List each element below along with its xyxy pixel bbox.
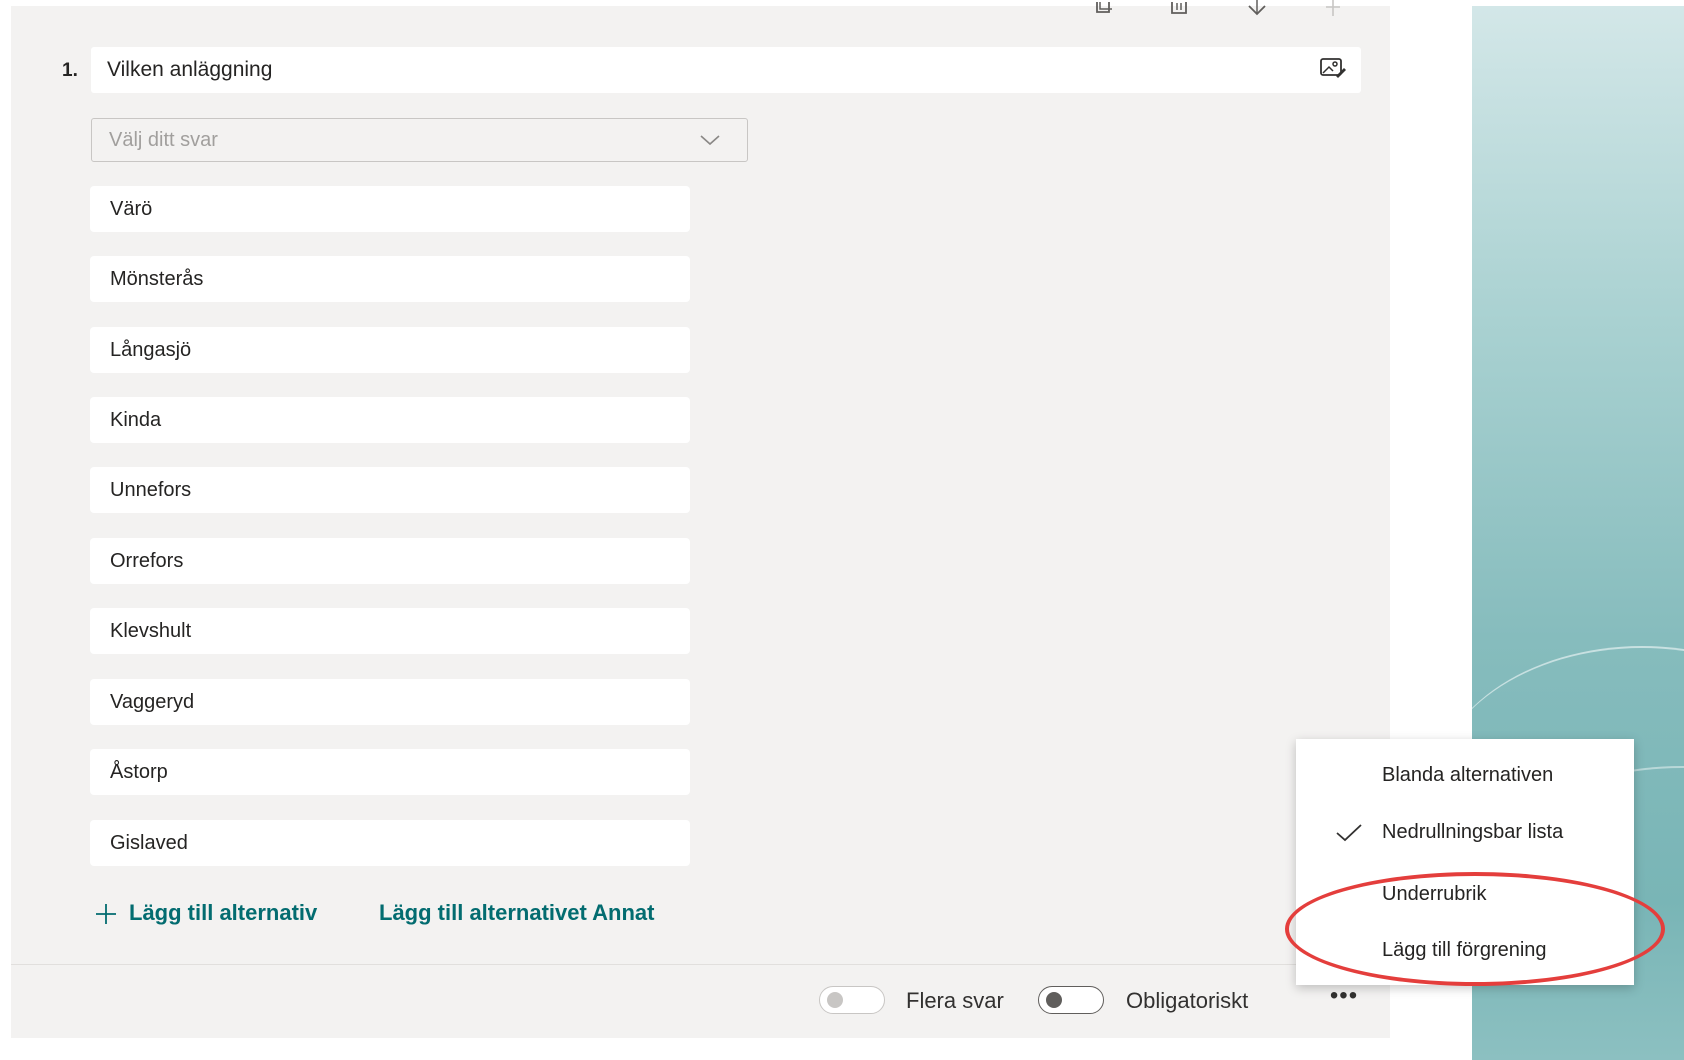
more-options-menu: Blanda alternativen Nedrullningsbar list…	[1296, 739, 1634, 985]
copy-icon[interactable]	[1092, 0, 1116, 20]
move-up-icon[interactable]	[1321, 0, 1345, 20]
add-option-button[interactable]: Lägg till alternativ	[129, 900, 317, 926]
option-input[interactable]: Kinda	[90, 397, 690, 443]
move-down-icon[interactable]	[1245, 0, 1269, 20]
menu-item-label: Blanda alternativen	[1382, 764, 1554, 786]
option-input[interactable]: Klevshult	[90, 608, 690, 654]
option-input[interactable]: Åstorp	[90, 749, 690, 795]
answer-dropdown[interactable]: Välj ditt svar	[91, 118, 748, 162]
option-input[interactable]: Orrefors	[90, 538, 690, 584]
checkmark-icon	[1334, 822, 1364, 844]
multiple-answers-label: Flera svar	[906, 988, 1004, 1013]
footer-divider	[11, 964, 1390, 965]
option-input[interactable]: Vaggeryd	[90, 679, 690, 725]
ellipsis-icon[interactable]: •••	[1326, 984, 1362, 1014]
question-number: 1.	[62, 60, 78, 81]
option-input[interactable]: Gislaved	[90, 820, 690, 866]
menu-item-add-branching[interactable]: Lägg till förgrening	[1296, 926, 1634, 976]
menu-item-label: Nedrullningsbar lista	[1382, 821, 1564, 843]
option-input[interactable]: Mönsterås	[90, 256, 690, 302]
option-input[interactable]: Långasjö	[90, 327, 690, 373]
menu-item-dropdown-list[interactable]: Nedrullningsbar lista	[1296, 808, 1634, 858]
delete-icon[interactable]	[1168, 0, 1192, 20]
required-toggle[interactable]	[1038, 986, 1104, 1014]
option-input[interactable]: Unnefors	[90, 467, 690, 513]
required-label: Obligatoriskt	[1126, 988, 1249, 1013]
chevron-down-icon	[697, 130, 723, 150]
toggle-knob	[1046, 992, 1062, 1008]
menu-item-subtitle[interactable]: Underrubrik	[1296, 870, 1634, 920]
menu-item-shuffle[interactable]: Blanda alternativen	[1296, 751, 1634, 801]
insert-media-icon[interactable]	[1319, 56, 1347, 80]
option-input[interactable]: Värö	[90, 186, 690, 232]
menu-item-label: Underrubrik	[1382, 883, 1487, 905]
add-other-option-button[interactable]: Lägg till alternativet Annat	[379, 900, 654, 926]
multiple-answers-toggle[interactable]	[819, 986, 885, 1014]
toggle-knob	[827, 992, 843, 1008]
question-title-input[interactable]: Vilken anläggning	[91, 47, 1361, 93]
menu-item-label: Lägg till förgrening	[1382, 939, 1547, 961]
plus-icon[interactable]	[94, 902, 118, 926]
